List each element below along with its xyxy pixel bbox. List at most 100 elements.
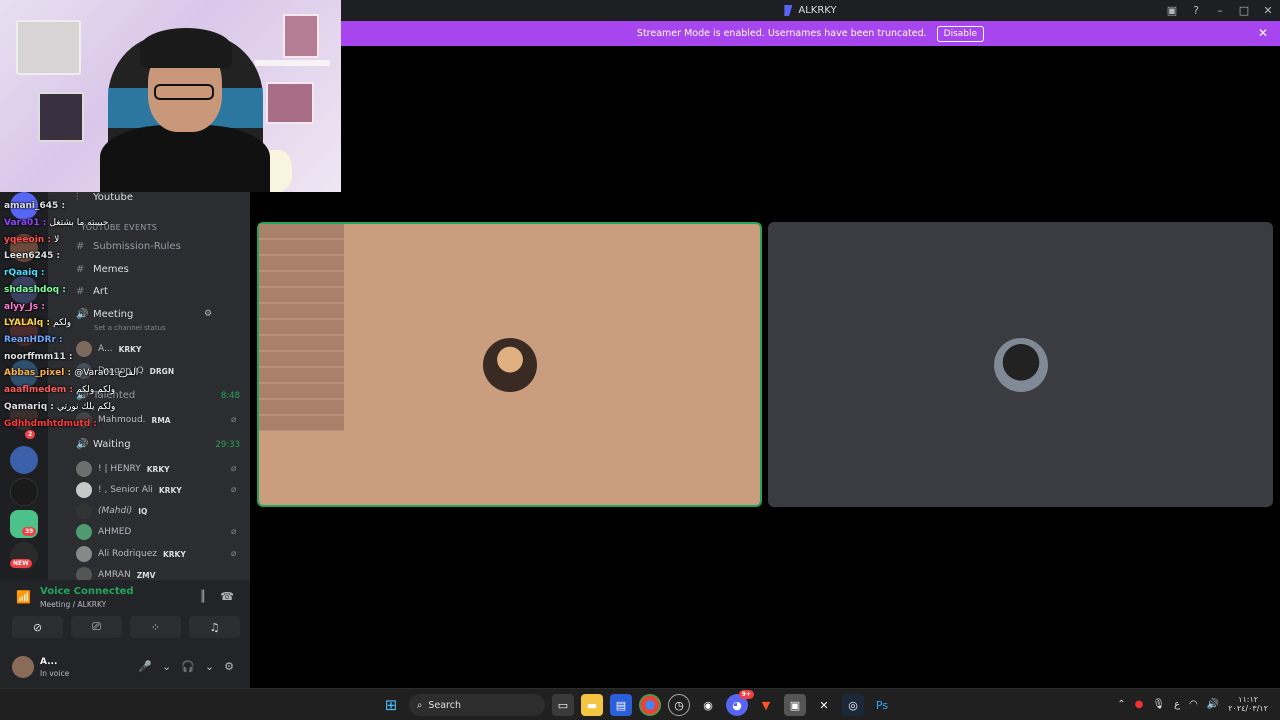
- channel-meeting[interactable]: 🔊 Meeting: [76, 309, 133, 320]
- hash-icon: #: [76, 241, 85, 252]
- tray-app-icon[interactable]: ●: [1135, 699, 1144, 710]
- streamer-webcam: [0, 0, 341, 192]
- server-icon[interactable]: [10, 318, 38, 346]
- voice-member[interactable]: Mahmoud. RMA ⌀: [76, 412, 236, 428]
- microphone-icon[interactable]: 🎙: [1152, 699, 1165, 710]
- voice-member[interactable]: ! | HENRY KRKY ⌀: [76, 461, 236, 477]
- voice-member[interactable]: ! , Senior Ali KRKY ⌀: [76, 482, 236, 498]
- chevron-down-icon[interactable]: ⌄: [205, 660, 214, 673]
- voice-member[interactable]: AHMED ⌀: [76, 524, 236, 540]
- disconnect-icon[interactable]: ☎: [220, 590, 234, 603]
- channel-memes[interactable]: # Memes: [76, 264, 129, 275]
- chevron-up-icon[interactable]: ⌃: [1117, 699, 1125, 710]
- server-icon[interactable]: [10, 446, 38, 474]
- taskbar-apps: ⊞ ⌕ Search ▭ ▬ ▤ ◷ ◉ ◕ 9+ ▼ ▣ ✕ ◎ Ps: [380, 690, 893, 716]
- wifi-icon[interactable]: ◠: [1189, 699, 1198, 710]
- signal-icon[interactable]: 📶: [16, 590, 31, 604]
- member-name: ! | HENRY: [98, 464, 141, 474]
- store-icon[interactable]: ▤: [610, 694, 632, 716]
- voice-member[interactable]: Ali Rodriquez KRKY ⌀: [76, 546, 236, 562]
- voice-member[interactable]: Dragon IQ DRGN: [76, 363, 174, 379]
- participant-tile-speaking[interactable]: [257, 222, 762, 507]
- speaker-icon: 🔊: [76, 309, 89, 320]
- file-explorer-icon[interactable]: ▬: [581, 694, 603, 716]
- voice-member[interactable]: (Mahdi) IQ: [76, 503, 147, 519]
- channel-youtube[interactable]: ⫶ Youtube: [76, 192, 133, 203]
- clock-app-icon[interactable]: ◷: [668, 694, 690, 716]
- clock-time: ١١:١٢: [1238, 695, 1259, 704]
- obs-icon[interactable]: ◉: [697, 694, 719, 716]
- participant-avatar: [993, 337, 1048, 392]
- voice-action-buttons: ⊘ ⎚ ⁘ ♫: [12, 616, 240, 638]
- minimize-button[interactable]: –: [1208, 0, 1232, 21]
- brave-icon[interactable]: ▼: [755, 694, 777, 716]
- user-status: In voice: [40, 669, 70, 678]
- wall-shelf: [255, 60, 330, 66]
- channel-submission-rules[interactable]: # Submission-Rules: [76, 241, 181, 252]
- member-name: (Mahdi): [98, 506, 133, 516]
- microphone-icon[interactable]: 🎤: [138, 660, 152, 673]
- taskbar-search[interactable]: ⌕ Search: [409, 694, 545, 716]
- server-icon[interactable]: [10, 402, 38, 430]
- text-channel-icon: ⫶: [76, 192, 79, 203]
- windows-start-icon[interactable]: ⊞: [380, 694, 402, 716]
- channel-art[interactable]: # Art: [76, 286, 108, 297]
- wall-frame: [38, 92, 84, 142]
- channel-label: Waiting: [93, 439, 131, 450]
- avatar[interactable]: [12, 656, 34, 678]
- new-badge: NEW: [10, 559, 32, 568]
- discord-icon[interactable]: ◕ 9+: [726, 690, 754, 716]
- speaker-icon: 🔊: [76, 439, 89, 450]
- server-icon[interactable]: [10, 360, 38, 388]
- help-icon[interactable]: ?: [1184, 0, 1208, 21]
- server-icon[interactable]: [10, 192, 38, 220]
- streamer-body: [100, 125, 270, 192]
- channel-status-placeholder[interactable]: Set a channel status: [94, 324, 166, 332]
- language-indicator[interactable]: ع: [1174, 699, 1180, 710]
- photoshop-icon[interactable]: Ps: [871, 694, 893, 716]
- chevron-down-icon[interactable]: ⌄: [162, 660, 171, 673]
- member-name: Mahmoud.: [98, 415, 146, 425]
- gear-icon[interactable]: ⚙: [224, 660, 234, 673]
- server-icon[interactable]: [10, 276, 38, 304]
- close-icon[interactable]: ✕: [1258, 26, 1268, 40]
- taskbar-clock[interactable]: ١١:١٢ ٢٠٢٤/٠٣/١٢: [1228, 695, 1268, 713]
- member-name: AMRAN: [98, 570, 131, 580]
- user-panel: A... In voice 🎤 ⌄ 🎧 ⌄ ⚙: [0, 650, 250, 688]
- activities-button[interactable]: ⁘: [130, 616, 181, 638]
- chrome-icon[interactable]: [639, 694, 661, 716]
- server-icon[interactable]: [10, 234, 38, 262]
- capcut-icon[interactable]: ✕: [813, 694, 835, 716]
- avatar: [76, 524, 92, 540]
- channel-talented[interactable]: 🔊 Talented: [76, 390, 135, 401]
- hash-icon: #: [76, 264, 85, 275]
- headphones-icon[interactable]: 🎧: [181, 660, 195, 673]
- soundboard-button[interactable]: ♫: [189, 616, 240, 638]
- close-button[interactable]: ✕: [1256, 0, 1280, 21]
- noise-suppression-icon[interactable]: ║: [200, 590, 207, 603]
- camera-off-button[interactable]: ⊘: [12, 616, 63, 638]
- voice-status: Voice Connected: [40, 586, 134, 597]
- category-youtube-events[interactable]: YOUTUBE EVENTS: [81, 223, 157, 232]
- voice-channel-link[interactable]: Meeting / ALKRKY: [40, 600, 106, 609]
- app-icon[interactable]: ▣: [784, 694, 806, 716]
- member-name: A...: [98, 344, 113, 354]
- deafened-icon: ⌀: [231, 464, 237, 474]
- steam-icon[interactable]: ◎: [842, 694, 864, 716]
- window-title: ALKRKY: [784, 5, 837, 16]
- voice-member[interactable]: A... KRKY: [76, 341, 141, 357]
- avatar: [76, 363, 92, 379]
- voice-member[interactable]: AMRAN ZMV: [76, 567, 155, 580]
- server-list: 2 39 NEW: [0, 192, 48, 580]
- channel-settings-icon[interactable]: ⚙: [204, 309, 212, 319]
- maximize-button[interactable]: □: [1232, 0, 1256, 21]
- participant-tile[interactable]: [768, 222, 1273, 507]
- system-tray: ⌃ ● 🎙 ع ◠ 🔊 ١١:١٢ ٢٠٢٤/٠٣/١٢: [1117, 695, 1268, 713]
- screen-share-button[interactable]: ⎚: [71, 616, 122, 638]
- channel-waiting[interactable]: 🔊 Waiting: [76, 439, 131, 450]
- volume-icon[interactable]: 🔊: [1207, 699, 1219, 710]
- server-icon[interactable]: [10, 478, 38, 506]
- task-view-icon[interactable]: ▭: [552, 694, 574, 716]
- disable-button[interactable]: Disable: [936, 25, 985, 42]
- inbox-icon[interactable]: ▣: [1160, 0, 1184, 21]
